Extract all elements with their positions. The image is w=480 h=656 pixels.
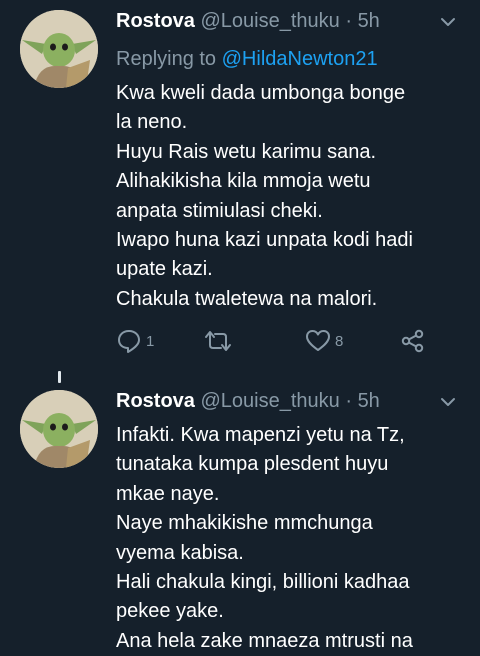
replying-to: Replying to @HildaNewton21 [116,48,378,71]
tweet-text-line: Alihakikisha kila mmoja wetu [116,170,371,193]
display-name[interactable]: Rostova [116,390,195,412]
tweet-text-line: tunataka kumpa plesdent huyu [116,453,389,476]
user-handle[interactable]: @Louise_thuku [200,390,339,412]
share-icon [401,329,424,353]
thread-connector [58,371,61,383]
reply-button[interactable]: 1 [116,326,154,356]
tweet-text-line: mkae naye. [116,482,220,505]
avatar-image [20,390,98,468]
retweet-button[interactable] [203,326,233,356]
tweet-text-line: Iwapo huna kazi unpata kodi hadi [116,229,413,252]
separator-dot: · [345,390,352,412]
tweet-text-line: Ana hela zake mnaeza mtrusti na [116,629,413,652]
tweet-text: Infakti. Kwa mapenzi yetu na Tz, tunatak… [116,421,466,656]
tweet[interactable]: Rostova @Louise_thuku · 5h Infakti. Kwa … [0,390,480,654]
chevron-down-icon[interactable] [438,392,458,412]
tweet-actions: 1 8 [116,326,436,356]
tweet-text: Kwa kweli dada umbonga bonge la neno. Hu… [116,79,466,314]
tweet-header: Rostova @Louise_thuku · 5h [116,390,380,420]
heart-icon [306,330,330,351]
timestamp[interactable]: 5h [358,390,380,412]
display-name[interactable]: Rostova [116,10,195,32]
tweet-text-line: upate kazi. [116,258,213,281]
tweet-header: Rostova @Louise_thuku · 5h [116,10,380,40]
tweet-text-line: anpata stimiulasi cheki. [116,199,323,222]
tweet-text-line: pekee yake. [116,600,224,623]
tweet-text-line: la neno. [116,111,188,134]
tweet-text-line: Naye mhakikishe mmchunga [116,512,373,535]
replying-to-label: Replying to [116,48,217,70]
tweet-text-line: Infakti. Kwa mapenzi yetu na Tz, [116,424,405,446]
reply-count: 1 [146,332,155,350]
avatar[interactable] [20,390,98,468]
mention-link[interactable]: @HildaNewton21 [222,48,378,70]
chevron-down-icon[interactable] [438,12,458,32]
share-button[interactable] [400,326,426,356]
tweet-text-line: vyema kabisa. [116,541,244,564]
separator-dot: · [345,10,352,32]
avatar[interactable] [20,10,98,88]
timestamp[interactable]: 5h [358,10,380,32]
tweet[interactable]: Rostova @Louise_thuku · 5h Replying to @… [0,10,480,370]
reply-icon [118,330,140,353]
tweet-text-line: Huyu Rais wetu karimu sana. [116,140,377,163]
like-count: 8 [335,332,344,350]
retweet-icon [205,331,231,351]
tweet-text-line: Chakula twaletewa na malori. [116,287,378,310]
avatar-image [20,10,98,88]
user-handle[interactable]: @Louise_thuku [200,10,339,32]
tweet-text-line: Kwa kweli dada umbonga bonge [116,82,406,104]
like-button[interactable]: 8 [305,326,343,356]
tweet-text-line: Hali chakula kingi, billioni kadhaa [116,571,410,594]
